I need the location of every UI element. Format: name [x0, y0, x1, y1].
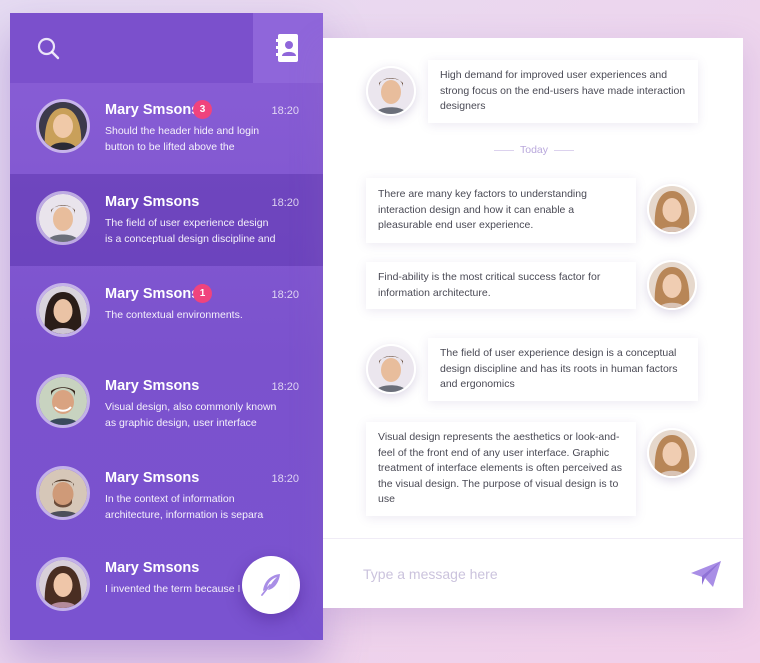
message-preview: Should the header hide and login button …: [105, 125, 260, 153]
conversation-item[interactable]: Mary Smsons 3 18:20 Should the header hi…: [10, 83, 323, 175]
message-bubble-incoming: The field of user experience design is a…: [428, 338, 698, 401]
avatar: [36, 466, 90, 520]
compose-button[interactable]: [242, 556, 300, 614]
search-button[interactable]: [36, 36, 62, 62]
contact-name: Mary Smsons: [105, 378, 200, 394]
conversation-item-active[interactable]: Mary Smsons 18:20 The field of user expe…: [10, 174, 323, 266]
contact-name: Mary Smsons: [105, 286, 200, 302]
message-input[interactable]: [363, 559, 663, 589]
timestamp: 18:20: [271, 197, 299, 209]
message-preview: I invented the term because I: [105, 583, 241, 595]
timestamp: 18:20: [271, 473, 299, 485]
feather-icon: [261, 574, 280, 596]
timestamp: 18:20: [271, 289, 299, 301]
avatar: [647, 184, 697, 234]
paper-plane-icon: [691, 561, 721, 587]
conversation-sidebar: Mary Smsons 3 18:20 Should the header hi…: [10, 13, 323, 640]
avatar: [647, 428, 697, 478]
message-preview: The field of user experience design is a…: [105, 217, 276, 245]
conversation-item[interactable]: Mary Smsons 18:20 In the context of info…: [10, 450, 323, 542]
avatar: [36, 283, 90, 337]
avatar: [36, 191, 90, 245]
conversation-item[interactable]: Mary Smsons 18:20 Visual design, also co…: [10, 358, 323, 450]
message-bubble-outgoing: Find-ability is the most critical succes…: [366, 262, 636, 309]
message-preview: In the context of information architectu…: [105, 493, 264, 521]
message-bubble-outgoing: There are many key factors to understand…: [366, 178, 636, 243]
avatar: [366, 344, 416, 394]
date-divider: Today: [494, 143, 574, 157]
contact-name: Mary Smsons: [105, 194, 200, 210]
message-composer: [323, 538, 743, 608]
avatar: [36, 557, 90, 611]
contact-name: Mary Smsons: [105, 470, 200, 486]
avatar: [36, 374, 90, 428]
unread-badge: 3: [193, 100, 212, 119]
address-book-icon: [276, 34, 298, 62]
avatar: [647, 260, 697, 310]
conversation-item[interactable]: Mary Smsons 1 18:20 The contextual envir…: [10, 266, 323, 358]
search-icon: [37, 37, 60, 60]
unread-badge: 1: [193, 284, 212, 303]
contact-name: Mary Smsons: [105, 102, 200, 118]
message-bubble-incoming: High demand for improved user experience…: [428, 60, 698, 123]
date-divider-label: Today: [519, 144, 549, 156]
message-bubble-outgoing: Visual design represents the aesthetics …: [366, 422, 636, 516]
contacts-button[interactable]: [253, 13, 323, 83]
message-preview: Visual design, also commonly known as gr…: [105, 401, 277, 429]
message-preview: The contextual environments.: [105, 309, 243, 321]
sidebar-header: [10, 13, 323, 83]
send-button[interactable]: [689, 559, 723, 589]
avatar: [36, 99, 90, 153]
avatar: [366, 66, 416, 116]
contact-name: Mary Smsons: [105, 560, 200, 576]
chat-panel: High demand for improved user experience…: [323, 38, 743, 608]
timestamp: 18:20: [271, 381, 299, 393]
timestamp: 18:20: [271, 105, 299, 117]
